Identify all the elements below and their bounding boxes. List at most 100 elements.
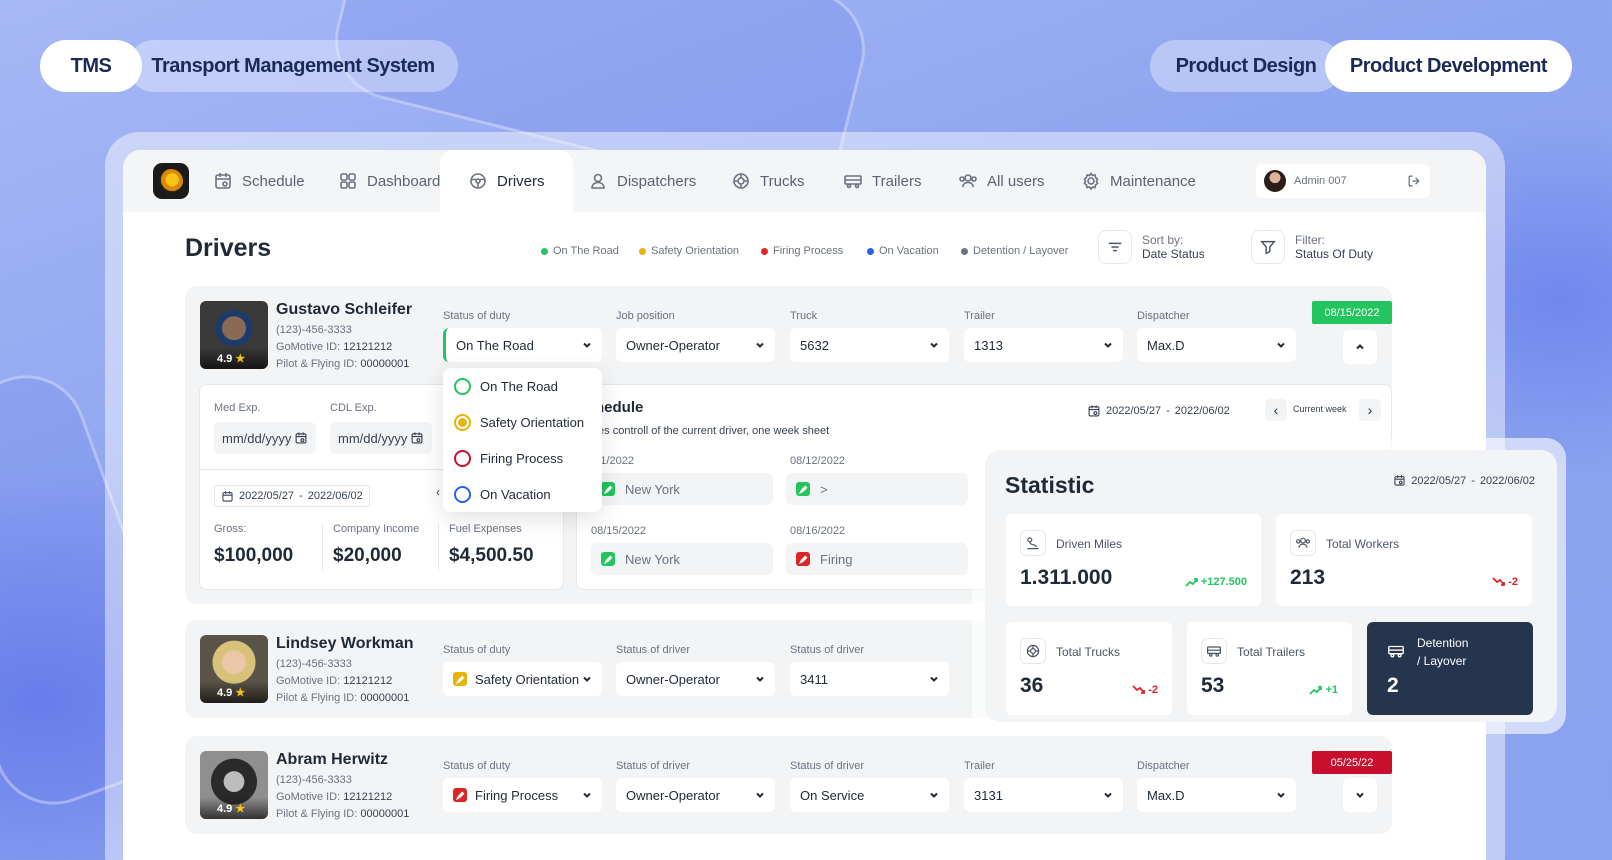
edit-icon [455, 675, 464, 684]
gross-block: Gross: $100,000 [214, 523, 293, 567]
nav-dispatchers-label: Dispatchers [617, 172, 697, 190]
cdl-exp-input[interactable]: mm/dd/yyyy [330, 422, 432, 454]
logout-icon[interactable] [1406, 173, 1422, 189]
status-of-driver-select[interactable]: 3411 [790, 662, 949, 696]
nav-trailers-label: Trailers [872, 172, 922, 190]
status-of-driver-select[interactable]: On Service [790, 778, 949, 812]
schedule-cell[interactable]: New York [591, 543, 773, 575]
chevron-down-icon [930, 792, 938, 798]
filter-control[interactable]: Filter: Status Of Duty [1251, 230, 1373, 264]
status-option-on-vacation[interactable]: On Vacation [443, 476, 602, 512]
edit-icon [798, 555, 807, 564]
schedule-cell[interactable]: New York [591, 473, 773, 505]
trend-value: +1 [1325, 684, 1338, 696]
status-of-duty-field: Status of duty Safety Orientation [443, 644, 602, 696]
nav-drivers[interactable]: Drivers [440, 150, 573, 212]
legend-detention-layover: Detention / Layover [961, 245, 1068, 257]
nav-dashboard[interactable]: Dashboard [338, 150, 440, 212]
schedule-cell[interactable]: Firing [786, 543, 968, 575]
trailer-field: Trailer 3131 [964, 760, 1123, 812]
trailer-select[interactable]: 1313 [964, 328, 1123, 362]
driver-phone: (123)-456-3333 [276, 774, 352, 786]
trend-value: -2 [1508, 576, 1518, 588]
nav-trucks[interactable]: Trucks [731, 150, 804, 212]
med-exp-input[interactable]: mm/dd/yyyy [214, 422, 316, 454]
status-of-duty-select[interactable]: Safety Orientation [443, 662, 602, 696]
calendar-search-icon [411, 432, 423, 444]
schedule-date: 08/12/2022 [790, 455, 846, 467]
collapse-button[interactable] [1343, 330, 1377, 364]
pilot-label: Pilot & Flying ID: [276, 808, 358, 820]
field-value: 5632 [800, 337, 829, 353]
product-development-label: Product Development [1349, 54, 1548, 77]
product-design-label: Product Design [1175, 54, 1317, 77]
radio-icon [454, 377, 471, 395]
trailer-select[interactable]: 3131 [964, 778, 1123, 812]
statistic-date-range[interactable]: 2022/05/27-2022/06/02 [1393, 474, 1535, 487]
radio-icon [454, 449, 471, 467]
chevron-down-icon [583, 792, 591, 798]
trend-down-icon [1492, 577, 1506, 586]
option-label: On The Road [480, 378, 558, 394]
job-position-select[interactable]: Owner-Operator [616, 328, 775, 362]
job-position-field: Job position Owner-Operator [616, 310, 775, 362]
stat-value: 2 [1387, 674, 1399, 697]
status-of-driver-select[interactable]: Owner-Operator [616, 778, 775, 812]
trend-down-icon [1132, 685, 1146, 694]
dispatcher-select[interactable]: Max.D [1137, 328, 1296, 362]
status-of-driver-select[interactable]: Owner-Operator [616, 662, 775, 696]
field-label: Status of driver [616, 644, 690, 656]
legend-label: Firing Process [773, 245, 844, 257]
cdl-exp-label: CDL Exp. [330, 402, 377, 414]
status-of-duty-field: Status of duty Firing Process [443, 760, 602, 812]
pilot-id: 00000001 [360, 808, 410, 820]
admin-account[interactable]: Admin 007 [1256, 164, 1430, 198]
details-date-range[interactable]: 2022/05/27-2022/06/02 [214, 485, 370, 507]
gomotive-label: GoMotive ID: [276, 675, 341, 687]
status-of-duty-select[interactable]: Firing Process [443, 778, 602, 812]
status-of-duty-select[interactable]: On The Road [443, 328, 602, 362]
next-week-button[interactable]: › [1359, 399, 1381, 421]
edit-icon [603, 485, 612, 494]
dispatcher-field: Dispatcher Max.D [1137, 760, 1296, 812]
dispatcher-select[interactable]: Max.D [1137, 778, 1296, 812]
field-value: Safety Orientation [475, 671, 580, 687]
sort-control[interactable]: Sort by: Date Status [1098, 230, 1205, 264]
filter-label: Filter: [1295, 233, 1325, 247]
status-square [796, 552, 810, 566]
chevron-down-icon [1356, 792, 1364, 798]
nav-dispatchers[interactable]: Dispatchers [588, 150, 696, 212]
schedule-date-range[interactable]: 2022/05/27-2022/06/02 [1087, 399, 1230, 423]
radio-selected-icon [454, 413, 471, 431]
chevron-up-icon [1356, 344, 1364, 350]
trend-up-icon [1185, 578, 1198, 587]
status-of-duty-field: Status of duty On The Road [443, 310, 602, 362]
chevron-down-icon [1104, 342, 1112, 348]
dashboard-grid-icon [340, 173, 356, 189]
schedule-cell[interactable]: > [786, 473, 968, 505]
company-income-value: $20,000 [333, 545, 402, 566]
truck-select[interactable]: 5632 [790, 328, 949, 362]
status-option-safety-orientation[interactable]: Safety Orientation [443, 404, 602, 440]
legend-on-vacation: On Vacation [867, 245, 939, 257]
calendar-search-icon [1088, 405, 1100, 417]
nav-schedule[interactable]: Schedule [213, 150, 305, 212]
status-option-on-the-road[interactable]: On The Road [443, 368, 602, 404]
app-logo[interactable] [153, 163, 189, 199]
edit-icon [798, 485, 807, 494]
med-exp-field: Med Exp. mm/dd/yyyy [214, 402, 316, 454]
calendar-search-icon [215, 173, 231, 189]
nav-maintenance[interactable]: Maintenance [1081, 150, 1196, 212]
nav-trailers[interactable]: Trailers [843, 150, 921, 212]
nav-all-users[interactable]: All users [958, 150, 1045, 212]
gross-label: Gross: [214, 523, 247, 535]
road-icon [1027, 537, 1039, 550]
schedule-cell-value: New York [625, 551, 680, 567]
prev-week-button[interactable]: ‹ [1265, 399, 1287, 421]
statistic-title: Statistic [1005, 472, 1095, 498]
expand-button[interactable] [1343, 778, 1377, 812]
status-option-firing-process[interactable]: Firing Process [443, 440, 602, 476]
driver-photo: 4.9 ★ [200, 635, 268, 703]
legend-on-the-road: On The Road [541, 245, 619, 257]
driver-photo: 4.9 ★ [200, 301, 268, 369]
